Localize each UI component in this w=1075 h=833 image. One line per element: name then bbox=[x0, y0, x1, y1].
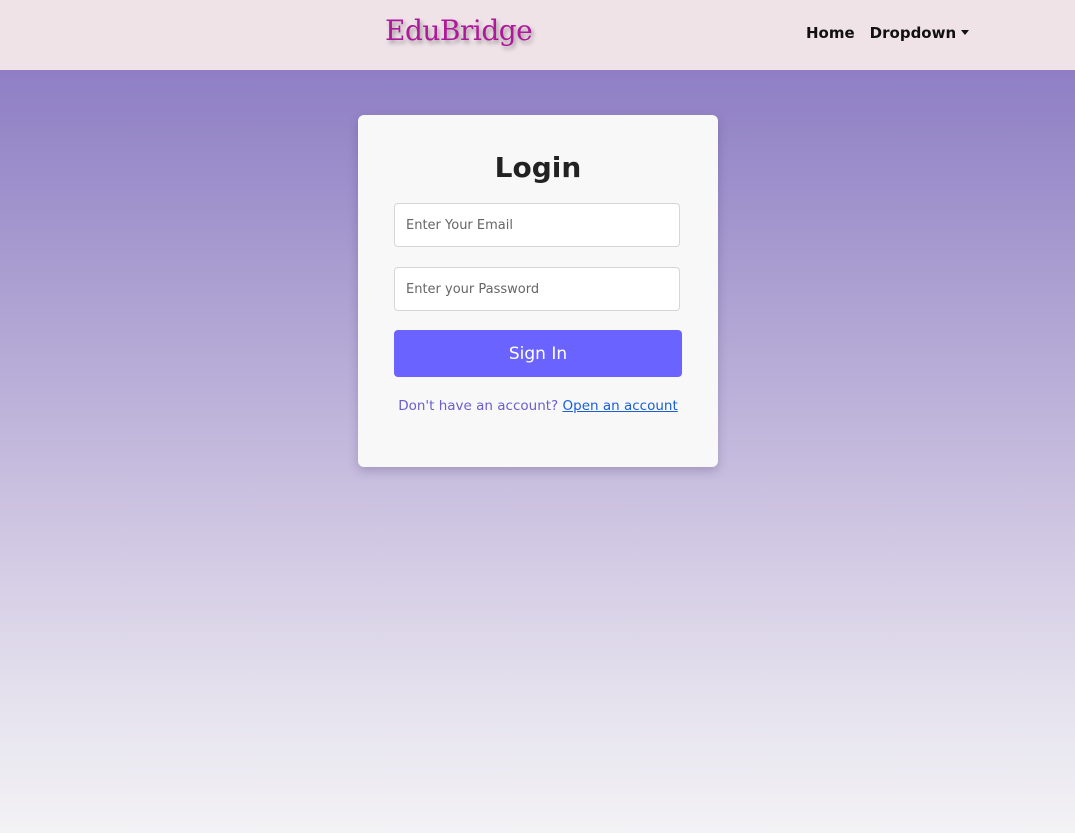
password-field[interactable] bbox=[394, 267, 680, 311]
brand-logo[interactable]: EduBridge bbox=[385, 14, 533, 47]
signup-prompt: Don't have an account? Open an account bbox=[358, 398, 718, 414]
caret-down-icon bbox=[961, 29, 970, 35]
nav-dropdown-toggle[interactable]: Dropdown bbox=[869, 24, 970, 42]
email-field[interactable] bbox=[394, 203, 680, 247]
login-title: Login bbox=[494, 151, 582, 184]
no-account-text: Don't have an account? bbox=[398, 398, 559, 414]
nav-links: Home Dropdown bbox=[806, 24, 970, 42]
open-account-link[interactable]: Open an account bbox=[563, 398, 678, 414]
nav-dropdown-label: Dropdown bbox=[869, 24, 957, 42]
navbar: EduBridge Home Dropdown bbox=[0, 0, 1075, 70]
sign-in-button[interactable]: Sign In bbox=[394, 330, 682, 377]
login-card: Login Sign In Don't have an account? Ope… bbox=[358, 115, 718, 467]
nav-link-home[interactable]: Home bbox=[806, 24, 855, 42]
